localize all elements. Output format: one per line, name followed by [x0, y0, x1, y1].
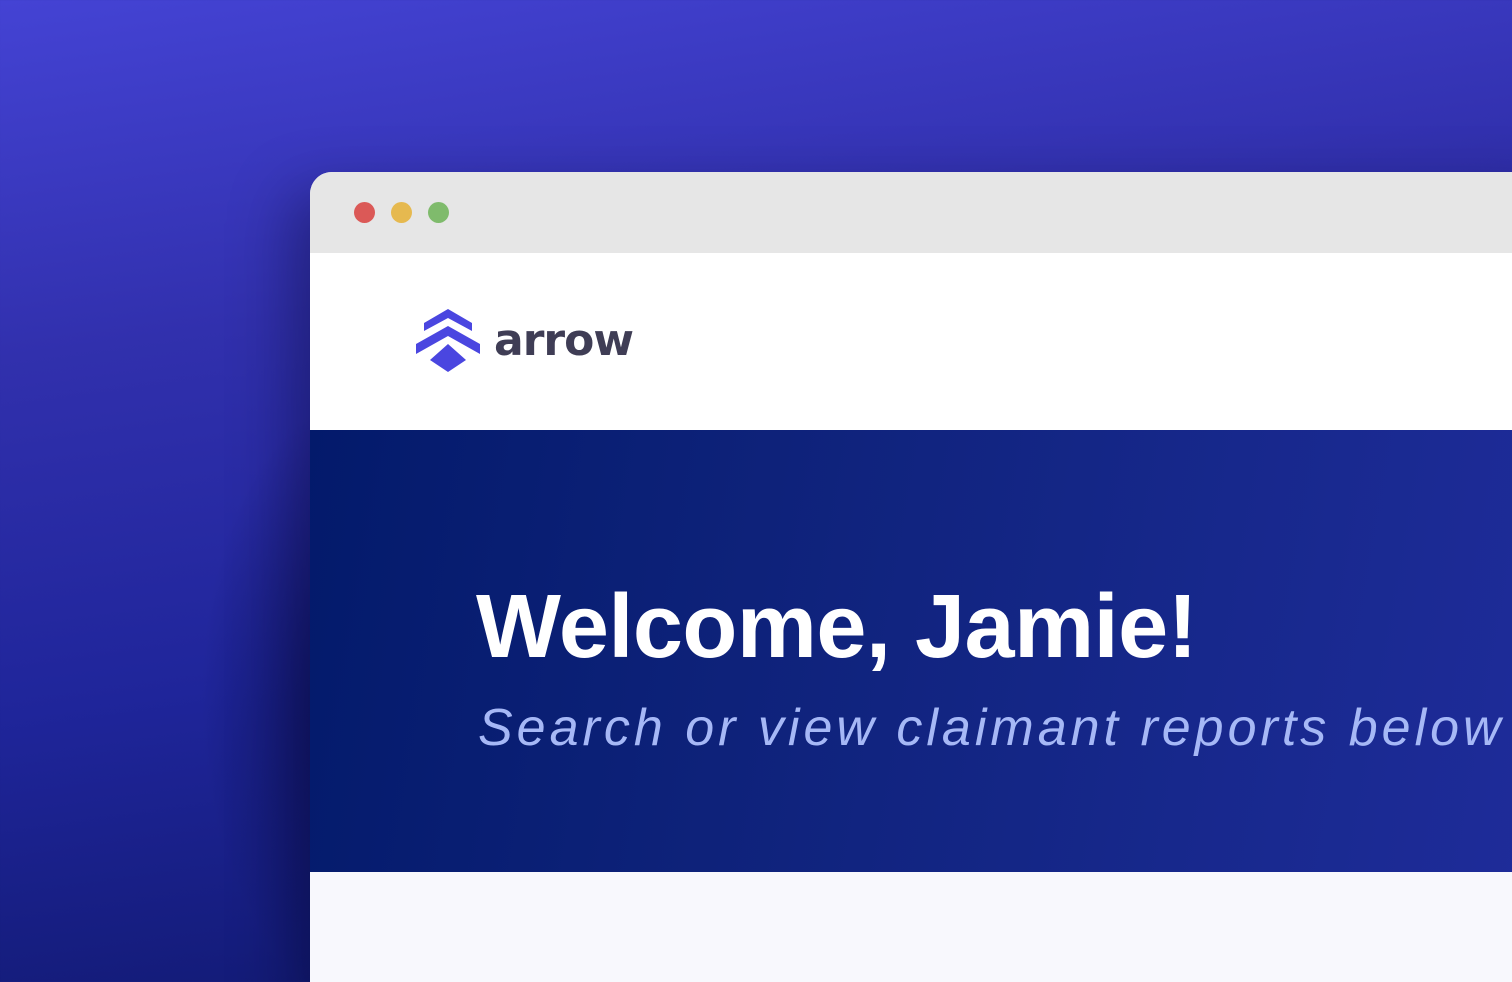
brand-logo[interactable]: arrow	[414, 309, 634, 375]
browser-title-bar	[310, 172, 1512, 253]
window-close-button[interactable]	[354, 202, 375, 223]
browser-window: arrow Welcome, Jamie! Search or view cla…	[310, 172, 1512, 982]
brand-name: arrow	[494, 314, 634, 366]
app-header: arrow	[310, 253, 1512, 430]
welcome-subtitle: Search or view claimant reports below	[478, 699, 1505, 757]
window-minimize-button[interactable]	[391, 202, 412, 223]
window-maximize-button[interactable]	[428, 202, 449, 223]
welcome-title: Welcome, Jamie!	[476, 577, 1198, 677]
main-content-area	[310, 872, 1512, 982]
welcome-hero: Welcome, Jamie! Search or view claimant …	[310, 430, 1512, 872]
arrow-chevrons-icon	[416, 309, 480, 372]
